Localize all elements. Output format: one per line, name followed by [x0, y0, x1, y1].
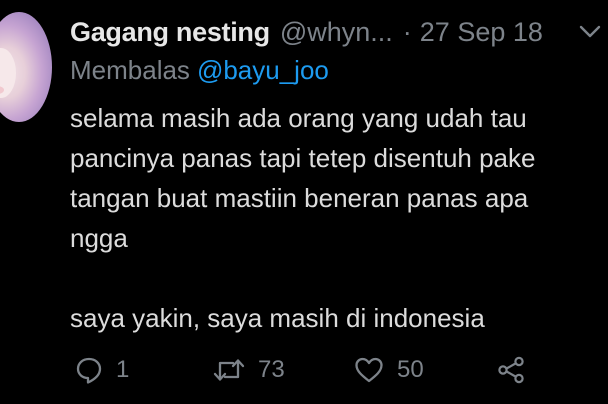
author-display-name[interactable]: Gagang nesting: [70, 17, 270, 48]
tweet-date[interactable]: 27 Sep 18: [420, 17, 543, 48]
tweet-text-line: pancinya panas tapi tetep disentuh pake: [70, 143, 536, 173]
reply-button[interactable]: 1: [74, 350, 129, 390]
tweet-header: Gagang nesting @whyn... · 27 Sep 18: [70, 14, 543, 50]
tweet-card[interactable]: Gagang nesting @whyn... · 27 Sep 18 Memb…: [0, 0, 608, 404]
author-handle[interactable]: @whyn...: [280, 17, 393, 48]
chevron-down-icon[interactable]: [575, 20, 605, 44]
reply-mention-link[interactable]: @bayu_joo: [197, 55, 329, 85]
share-icon: [496, 355, 526, 385]
reply-prefix: Membalas: [70, 55, 190, 85]
tweet-text-line: [70, 258, 608, 298]
like-button[interactable]: 50: [353, 350, 424, 390]
tweet-text-line: tangan buat mastiin beneran panas apa: [70, 183, 529, 213]
reply-context: Membalas @bayu_joo: [70, 55, 329, 86]
tweet-text-line: selama masih ada orang yang udah tau: [70, 103, 527, 133]
share-button[interactable]: [496, 350, 526, 390]
tweet-actions: 1 73 50: [70, 350, 600, 390]
retweet-count: 73: [258, 356, 285, 383]
retweet-icon: [212, 355, 246, 385]
tweet-text-line: ngga: [70, 223, 128, 253]
heart-icon: [353, 355, 385, 385]
avatar[interactable]: [0, 12, 52, 122]
reply-icon: [74, 355, 104, 385]
tweet-text: selama masih ada orang yang udah tau pan…: [70, 98, 608, 338]
header-separator: ·: [402, 16, 412, 47]
reply-count: 1: [116, 356, 130, 383]
like-count: 50: [397, 356, 424, 383]
tweet-text-line: saya yakin, saya masih di indonesia: [70, 303, 485, 333]
retweet-button[interactable]: 73: [212, 350, 285, 390]
